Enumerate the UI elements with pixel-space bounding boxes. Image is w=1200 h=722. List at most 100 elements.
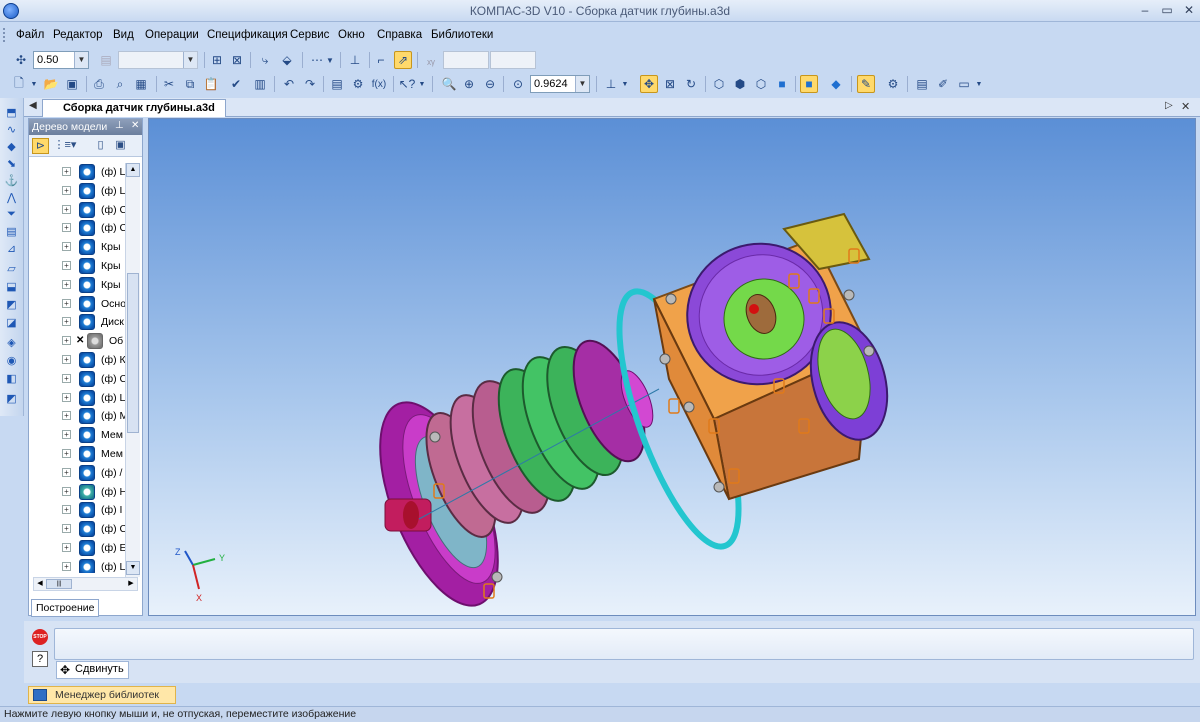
pan-icon[interactable]: ✥	[640, 75, 658, 93]
tree-horizontal-scrollbar[interactable]: ◀ ||| ▶	[33, 577, 138, 591]
mate-icon[interactable]: ⬊	[3, 155, 20, 171]
close-button[interactable]: ✕	[1180, 3, 1198, 19]
array-icon[interactable]: ◉	[3, 352, 20, 368]
expand-icon[interactable]: +	[62, 392, 71, 402]
zoom-out-icon[interactable]: ⊖	[481, 75, 499, 93]
zoom-window-icon[interactable]: 🔍	[440, 75, 458, 93]
tree-row[interactable]: + Мем	[29, 426, 127, 445]
menu-libraries[interactable]: Библиотеки	[431, 29, 493, 41]
chevron-down-icon[interactable]: ▼	[30, 75, 38, 93]
tree-row[interactable]: + Кры	[29, 257, 127, 276]
tree-relations-icon[interactable]: ▣	[112, 138, 129, 154]
tree-row[interactable]: + (ф) L	[29, 182, 127, 201]
tree-row[interactable]: + (ф) Н	[29, 483, 127, 502]
perspective-icon[interactable]: ◆	[827, 75, 845, 93]
tree-row[interactable]: + (ф) С	[29, 201, 127, 220]
measure-strip-icon[interactable]: ⋀	[3, 189, 20, 205]
expand-icon[interactable]: +	[62, 411, 71, 421]
tree-row[interactable]: + Кры	[29, 238, 127, 257]
section-icon[interactable]: ▭	[955, 75, 973, 93]
help-icon[interactable]: ?	[32, 651, 48, 667]
expand-icon[interactable]: +	[62, 449, 71, 458]
chevron-down-icon[interactable]: ▼	[325, 51, 335, 69]
plane-icon[interactable]: ▱	[3, 260, 20, 276]
expand-icon[interactable]: +	[62, 242, 71, 252]
report-icon[interactable]: ▤	[913, 75, 931, 93]
edit-assembly-icon[interactable]: ◆	[3, 138, 20, 154]
scroll-left-icon[interactable]: ◀	[34, 578, 46, 590]
manager-icon[interactable]: ▥	[251, 75, 269, 93]
filter-icon[interactable]: ⏷	[3, 206, 20, 222]
thin-lines-icon[interactable]: ⬡	[752, 75, 770, 93]
tree-row[interactable]: + (ф) /	[29, 464, 127, 483]
chevron-down-icon[interactable]: ▼	[975, 75, 983, 93]
expand-icon[interactable]: +	[62, 317, 71, 327]
halftone-icon[interactable]: ■	[773, 75, 791, 93]
expand-icon[interactable]: +	[62, 167, 71, 176]
coordinates-icon[interactable]: ₓᵧ	[422, 51, 440, 69]
tree-row[interactable]: + (ф) С	[29, 219, 127, 238]
tree-row[interactable]: + Диск	[29, 313, 127, 332]
fasteners-icon[interactable]: ⚓	[3, 172, 20, 188]
library-manager-tab[interactable]: Менеджер библиотек	[28, 686, 176, 704]
menu-view[interactable]: Вид	[113, 29, 134, 41]
expand-icon[interactable]: +	[62, 430, 71, 440]
halftone-edges-icon[interactable]: ■	[800, 75, 818, 93]
tree-toggle-icon[interactable]: ✎	[857, 75, 875, 93]
tree-row[interactable]: + (ф) С	[29, 370, 127, 389]
tree-row[interactable]: + (ф) L	[29, 558, 127, 573]
expand-icon[interactable]: +	[62, 355, 71, 364]
zoom-in-icon[interactable]: ⊕	[460, 75, 478, 93]
expand-icon[interactable]: +	[62, 298, 71, 308]
step-combo[interactable]: 0.50 ▼	[33, 51, 89, 69]
expand-icon[interactable]: +	[62, 185, 71, 195]
snaps-toggle-icon[interactable]: ⇗	[394, 51, 412, 69]
scroll-right-icon[interactable]: ▶	[125, 578, 137, 590]
tree-vertical-scrollbar[interactable]: ▲ ▼	[125, 163, 140, 577]
expand-icon[interactable]: +	[62, 279, 71, 289]
surface-icon[interactable]: ⬓	[3, 278, 20, 294]
help-pointer-icon[interactable]: ↖?	[398, 75, 416, 93]
zoom-combo[interactable]: 0.9624 ▼	[530, 75, 590, 93]
parts-icon[interactable]: ⚙	[349, 75, 367, 93]
maximize-button[interactable]: ▭	[1158, 3, 1176, 19]
undo-icon[interactable]: ↶	[280, 75, 298, 93]
tab-scroll-right-icon[interactable]: ▷	[1165, 100, 1173, 111]
expand-icon[interactable]: +	[62, 505, 71, 515]
coord-y-field[interactable]	[490, 51, 536, 69]
menu-window[interactable]: Окно	[338, 29, 365, 41]
minimize-button[interactable]: –	[1136, 3, 1154, 19]
copy-icon[interactable]: ⧉	[181, 75, 199, 93]
menu-help[interactable]: Справка	[377, 29, 422, 41]
chevron-down-icon[interactable]: ▼	[621, 75, 629, 93]
tab-scroll-left-icon[interactable]: ◀	[29, 100, 37, 111]
toolbar-grip[interactable]	[3, 28, 7, 42]
tree-row[interactable]: + (ф) L	[29, 163, 127, 182]
tree-row[interactable]: + Осно	[29, 295, 127, 314]
tree-row[interactable]: + (ф) М	[29, 407, 127, 426]
view-select-icon[interactable]: ⊠	[228, 51, 246, 69]
expand-icon[interactable]: +	[62, 486, 71, 496]
chevron-down-icon[interactable]: ▼	[183, 52, 197, 68]
redo-icon[interactable]: ↷	[301, 75, 319, 93]
menu-operations[interactable]: Операции	[145, 29, 199, 41]
model-viewport[interactable]: Z Y X	[148, 118, 1196, 616]
chevron-down-icon[interactable]: ▼	[575, 76, 589, 92]
expand-icon[interactable]: +	[62, 524, 71, 534]
expand-icon[interactable]: +	[62, 204, 71, 214]
tree-row[interactable]: + Кры	[29, 276, 127, 295]
wireframe-icon[interactable]: ⬡	[710, 75, 728, 93]
expand-icon[interactable]: +	[62, 336, 71, 346]
chevron-down-icon[interactable]: ▼	[74, 52, 88, 68]
tree-row[interactable]: + (ф) I	[29, 501, 127, 520]
spec-icon[interactable]: ▤	[3, 223, 20, 239]
dimensions-icon[interactable]: ⊿	[3, 240, 20, 256]
tree-row[interactable]: + (ф) L	[29, 389, 127, 408]
expand-icon[interactable]: +	[62, 543, 71, 552]
open-folder-icon[interactable]: 📂	[42, 75, 60, 93]
tab-construction[interactable]: Построение	[31, 599, 100, 617]
command-input[interactable]	[54, 628, 1194, 660]
close-tree-icon[interactable]: ✕	[131, 120, 139, 131]
shell-icon[interactable]: ◧	[3, 370, 20, 386]
measure-icon[interactable]: ✐	[934, 75, 952, 93]
